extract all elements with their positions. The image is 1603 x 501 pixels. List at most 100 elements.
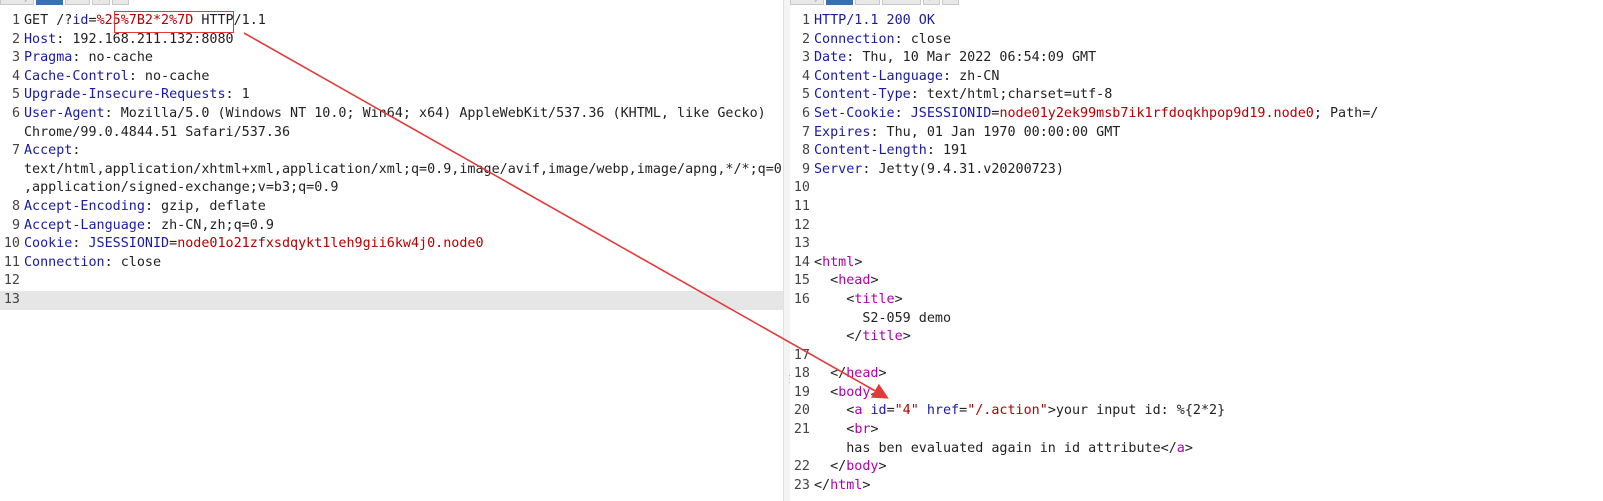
- token-plain: : Jetty(9.4.31.v20200723): [862, 161, 1064, 177]
- token-key: Content-Type: [814, 87, 911, 103]
- code-line[interactable]: 6 User-Agent: Mozilla/5.0 (Windows NT 10.…: [0, 105, 783, 124]
- code-line[interactable]: 8 Accept-Encoding: gzip, deflate: [0, 198, 783, 217]
- token-plain: : text/html;charset=utf-8: [910, 87, 1113, 103]
- token-plain: <: [814, 291, 855, 307]
- line-text: Expires: Thu, 01 Jan 1970 00:00:00 GMT: [814, 124, 1603, 143]
- request-tab-2[interactable]: Hex: [64, 0, 91, 5]
- token-key: Host: [24, 31, 57, 47]
- code-line[interactable]: 15 <head>: [790, 272, 1603, 291]
- token-key: User-Agent: [24, 105, 105, 121]
- code-line[interactable]: 13: [790, 235, 1603, 254]
- response-tab-3[interactable]: Render: [882, 0, 921, 5]
- code-line[interactable]: 16 <title>: [790, 291, 1603, 310]
- token-tag: a: [1176, 440, 1185, 456]
- code-line[interactable]: 23 </html>: [790, 477, 1603, 496]
- line-number: 22: [793, 459, 810, 475]
- code-line[interactable]: 20 <a id="4" href="/.action">your input …: [790, 402, 1603, 421]
- code-line[interactable]: 5 Content-Type: text/html;charset=utf-8: [790, 86, 1603, 105]
- code-line[interactable]: 11 Connection: close: [0, 254, 783, 273]
- code-line[interactable]: 2 Connection: close: [790, 31, 1603, 50]
- line-text: <a id="4" href="/.action">your input id:…: [814, 402, 1603, 421]
- response-tab-1[interactable]: Raw: [825, 0, 853, 5]
- token-plain: : zh-CN: [943, 68, 1000, 84]
- code-line[interactable]: 5 Upgrade-Insecure-Requests: 1: [0, 86, 783, 105]
- token-key: Accept: [24, 143, 73, 159]
- request-tab-1[interactable]: Raw: [35, 0, 63, 5]
- code-line[interactable]: 3 Date: Thu, 10 Mar 2022 06:54:09 GMT: [790, 49, 1603, 68]
- token-plain: : 191: [926, 143, 968, 159]
- response-pane[interactable]: PrettyRawHexRender\n≡ 1HTTP/1.1 200 OK2C…: [790, 0, 1603, 501]
- code-line[interactable]: 9 Server: Jetty(9.4.31.v20200723): [790, 161, 1603, 180]
- request-editor[interactable]: 1 GET /?id=%25%7B2*2%7D HTTP/1.1 2 Host: 19…: [0, 12, 783, 310]
- line-number: 13: [3, 291, 20, 307]
- line-number: 4: [801, 68, 810, 84]
- request-tab-3[interactable]: \n: [92, 0, 110, 5]
- response-tab-4[interactable]: \n: [922, 0, 941, 5]
- code-line[interactable]: 4 Cache-Control: no-cache: [0, 68, 783, 87]
- code-line[interactable]: 10 Cookie: JSESSIONID=node01o21zfxsdqykt1…: [0, 235, 783, 254]
- token-key: JSESSIONID: [910, 105, 992, 121]
- code-line[interactable]: 21 <br>: [790, 421, 1603, 440]
- token-tag: head: [838, 273, 871, 289]
- code-line[interactable]: 19 <body>: [790, 384, 1603, 403]
- code-line[interactable]: 13: [0, 290, 783, 310]
- code-line[interactable]: 7 Expires: Thu, 01 Jan 1970 00:00:00 GMT: [790, 124, 1603, 143]
- response-tab-5[interactable]: ≡: [942, 0, 960, 5]
- code-line[interactable]: 12: [0, 272, 783, 291]
- request-pane[interactable]: PrettyRawHex\n≡ 1GET /?id=%25%7B2*2%7D H…: [0, 0, 783, 501]
- line-number: 17: [793, 347, 810, 363]
- code-line[interactable]: 14 <html>: [790, 254, 1603, 273]
- code-line[interactable]: has ben evaluated again in id attribute<…: [790, 440, 1603, 459]
- code-line[interactable]: 11: [790, 198, 1603, 217]
- token-key: Accept-Encoding: [24, 198, 145, 214]
- token-tag: title: [862, 329, 903, 345]
- code-line[interactable]: 12: [790, 217, 1603, 236]
- line-number: [0, 179, 24, 198]
- token-plain: >: [854, 254, 863, 270]
- line-text: [814, 347, 1603, 366]
- line-text: Content-Length: 191: [814, 142, 1603, 161]
- code-line[interactable]: 3 Pragma: no-cache: [0, 49, 783, 68]
- token-key: Expires: [814, 124, 871, 140]
- response-editor[interactable]: 1 HTTP/1.1 200 OK 2 Connection: close 3 Date:…: [790, 12, 1603, 495]
- response-tab-0[interactable]: Pretty: [790, 0, 824, 5]
- token-tag: body: [846, 459, 879, 475]
- code-line[interactable]: ,application/signed-exchange;v=b3;q=0.9: [0, 179, 783, 198]
- code-line[interactable]: 22 </body>: [790, 458, 1603, 477]
- line-text: <br>: [814, 421, 1603, 440]
- line-text: [814, 198, 1603, 217]
- line-number: 9: [11, 217, 20, 233]
- code-line[interactable]: 10: [790, 179, 1603, 198]
- line-number: 3: [801, 50, 810, 66]
- code-line[interactable]: 8 Content-Length: 191: [790, 142, 1603, 161]
- token-tag: body: [838, 384, 871, 400]
- code-line[interactable]: text/html,application/xhtml+xml,applicat…: [0, 161, 783, 180]
- code-line[interactable]: 4 Content-Language: zh-CN: [790, 68, 1603, 87]
- token-plain: text/html,application/xhtml+xml,applicat…: [24, 161, 783, 177]
- token-key: Connection: [24, 254, 105, 270]
- code-line[interactable]: 18 </head>: [790, 365, 1603, 384]
- code-line[interactable]: S2-059 demo: [790, 310, 1603, 329]
- line-number: 13: [793, 236, 810, 252]
- response-tab-2[interactable]: Hex: [854, 0, 881, 5]
- token-plain: : Thu, 01 Jan 1970 00:00:00 GMT: [870, 124, 1121, 140]
- code-line[interactable]: 1 HTTP/1.1 200 OK: [790, 12, 1603, 31]
- line-number: 21: [793, 422, 810, 438]
- line-number: 6: [801, 105, 810, 121]
- line-number: 8: [801, 143, 810, 159]
- line-text: Accept:: [24, 142, 783, 161]
- code-line[interactable]: 9 Accept-Language: zh-CN,zh;q=0.9: [0, 217, 783, 236]
- code-line[interactable]: </title>: [790, 328, 1603, 347]
- code-line[interactable]: 6 Set-Cookie: JSESSIONID=node01y2ek99msb7…: [790, 105, 1603, 124]
- token-key: Set-Cookie: [814, 105, 895, 121]
- code-line[interactable]: Chrome/99.0.4844.51 Safari/537.36: [0, 124, 783, 143]
- divider-grip-icon[interactable]: ⋮: [785, 375, 795, 385]
- code-line[interactable]: 2 Host: 192.168.211.132:8080: [0, 31, 783, 50]
- token-tag: br: [854, 422, 871, 438]
- code-line[interactable]: 17: [790, 347, 1603, 366]
- request-tab-0[interactable]: Pretty: [0, 0, 34, 5]
- token-plain: <: [814, 403, 855, 419]
- request-tab-4[interactable]: ≡: [111, 0, 129, 5]
- code-line[interactable]: 7 Accept:: [0, 142, 783, 161]
- token-plain: >: [870, 273, 879, 289]
